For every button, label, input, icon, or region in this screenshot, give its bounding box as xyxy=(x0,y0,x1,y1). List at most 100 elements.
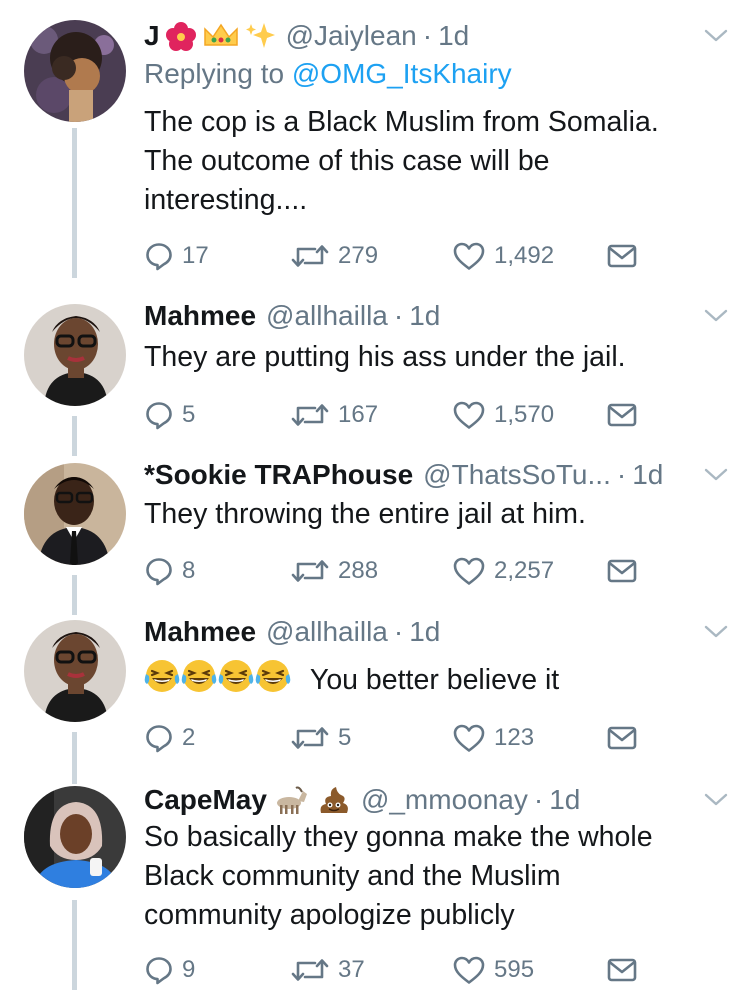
timestamp[interactable]: 1d xyxy=(549,784,580,816)
user-handle[interactable]: @ThatsSoTu... xyxy=(423,459,611,491)
reply-icon xyxy=(144,556,174,586)
envelope-icon xyxy=(606,242,638,270)
tweet-actions: 9 37 595 xyxy=(144,950,644,990)
tweet-text: The cop is a Black Muslim from Somalia. … xyxy=(144,103,729,220)
pile-of-poo-icon xyxy=(317,785,351,815)
reply-button[interactable]: 9 xyxy=(144,950,195,990)
tweet-text-line: So basically they gonna make the whole xyxy=(144,821,653,853)
display-name[interactable]: CapeMay xyxy=(144,784,267,816)
retweet-count: 37 xyxy=(338,956,365,983)
timestamp[interactable]: 1d xyxy=(438,20,469,52)
tweet-actions: 5 167 1,570 xyxy=(144,395,644,435)
tweet-header: Mahmee @allhailla · 1d xyxy=(144,296,684,336)
reply-count: 17 xyxy=(182,242,209,269)
reply-button[interactable]: 5 xyxy=(144,395,195,435)
reply-button[interactable]: 8 xyxy=(144,551,195,591)
tweet-text-line: The cop is a Black Muslim from Somalia. xyxy=(144,106,659,138)
avatar[interactable] xyxy=(24,786,126,888)
retweet-icon xyxy=(290,400,330,430)
display-name[interactable]: *Sookie TRAPhouse xyxy=(144,459,413,491)
tweet-header: Mahmee @allhailla · 1d xyxy=(144,612,684,652)
envelope-icon xyxy=(606,956,638,984)
like-count: 2,257 xyxy=(494,557,555,584)
tweet-text-line: The outcome of this case will be xyxy=(144,145,550,177)
user-handle[interactable]: @Jaiylean xyxy=(286,20,417,52)
reply-icon xyxy=(144,955,174,985)
retweet-icon xyxy=(290,955,330,985)
tweet-text: So basically they gonna make the whole B… xyxy=(144,818,729,935)
timestamp[interactable]: 1d xyxy=(409,616,440,648)
like-count: 595 xyxy=(494,956,535,983)
like-button[interactable]: 1,570 xyxy=(452,395,554,435)
like-count: 1,570 xyxy=(494,401,555,428)
heart-icon xyxy=(452,400,486,430)
retweet-icon xyxy=(290,241,330,271)
thread-line xyxy=(72,900,77,990)
direct-message-button[interactable] xyxy=(606,551,638,591)
thread-line xyxy=(72,128,77,278)
tweet-header: J @Jaiylean · 1d xyxy=(144,16,684,56)
tweet[interactable]: *Sookie TRAPhouse @ThatsSoTu... · 1d The… xyxy=(0,455,750,615)
user-handle[interactable]: @allhailla xyxy=(266,616,388,648)
chevron-down-icon[interactable] xyxy=(703,308,729,324)
reply-button[interactable]: 2 xyxy=(144,718,195,758)
reply-icon xyxy=(144,400,174,430)
heart-icon xyxy=(452,241,486,271)
retweet-button[interactable]: 37 xyxy=(290,950,365,990)
hibiscus-icon xyxy=(164,21,198,51)
chevron-down-icon[interactable] xyxy=(703,624,729,640)
tweet-text-line: Black community and the Muslim xyxy=(144,860,561,892)
chevron-down-icon[interactable] xyxy=(703,28,729,44)
tears-of-joy-icon xyxy=(255,658,291,694)
timestamp[interactable]: 1d xyxy=(409,300,440,332)
avatar[interactable] xyxy=(24,20,126,122)
tweet-header: CapeMay @_mmoonay · 1d xyxy=(144,780,684,820)
avatar[interactable] xyxy=(24,463,126,565)
reply-button[interactable]: 17 xyxy=(144,236,209,276)
tweet[interactable]: J @Jaiylean · 1d Replying to @OMG_ItsKha… xyxy=(0,16,750,278)
reply-count: 2 xyxy=(182,724,196,751)
tweet[interactable]: CapeMay @_mmoonay · 1d So basically they… xyxy=(0,780,750,990)
tweet-text-line: community apologize publicly xyxy=(144,899,515,931)
avatar[interactable] xyxy=(24,620,126,722)
replying-to-link[interactable]: @OMG_ItsKhairy xyxy=(292,58,512,89)
retweet-button[interactable]: 5 xyxy=(290,718,351,758)
like-count: 123 xyxy=(494,724,535,751)
avatar[interactable] xyxy=(24,304,126,406)
display-name[interactable]: Mahmee xyxy=(144,300,256,332)
direct-message-button[interactable] xyxy=(606,236,638,276)
retweet-count: 167 xyxy=(338,401,379,428)
timestamp[interactable]: 1d xyxy=(632,459,663,491)
direct-message-button[interactable] xyxy=(606,950,638,990)
retweet-button[interactable]: 279 xyxy=(290,236,378,276)
goat-icon xyxy=(271,785,309,815)
tweet[interactable]: Mahmee @allhailla · 1d They are putting … xyxy=(0,296,750,456)
retweet-icon xyxy=(290,723,330,753)
retweet-button[interactable]: 288 xyxy=(290,551,378,591)
sparkles-icon xyxy=(244,21,276,51)
direct-message-button[interactable] xyxy=(606,718,638,758)
like-button[interactable]: 123 xyxy=(452,718,534,758)
user-handle[interactable]: @_mmoonay xyxy=(361,784,528,816)
tweet[interactable]: Mahmee @allhailla · 1d You better believ… xyxy=(0,612,750,784)
display-name[interactable]: Mahmee xyxy=(144,616,256,648)
tweet-text: They throwing the entire jail at him. xyxy=(144,495,729,534)
user-handle[interactable]: @allhailla xyxy=(266,300,388,332)
chevron-down-icon[interactable] xyxy=(703,792,729,808)
like-button[interactable]: 1,492 xyxy=(452,236,554,276)
heart-icon xyxy=(452,723,486,753)
display-name[interactable]: J xyxy=(144,20,160,52)
retweet-button[interactable]: 167 xyxy=(290,395,378,435)
reply-icon xyxy=(144,241,174,271)
tweet-text: They are putting his ass under the jail. xyxy=(144,338,729,377)
like-button[interactable]: 595 xyxy=(452,950,534,990)
tears-of-joy-icon xyxy=(218,658,254,694)
tweet-text: You better believe it xyxy=(144,658,729,700)
tweet-text-line: You better believe it xyxy=(309,664,560,696)
chevron-down-icon[interactable] xyxy=(703,467,729,483)
like-button[interactable]: 2,257 xyxy=(452,551,554,591)
direct-message-button[interactable] xyxy=(606,395,638,435)
heart-icon xyxy=(452,955,486,985)
retweet-count: 288 xyxy=(338,557,379,584)
heart-icon xyxy=(452,556,486,586)
